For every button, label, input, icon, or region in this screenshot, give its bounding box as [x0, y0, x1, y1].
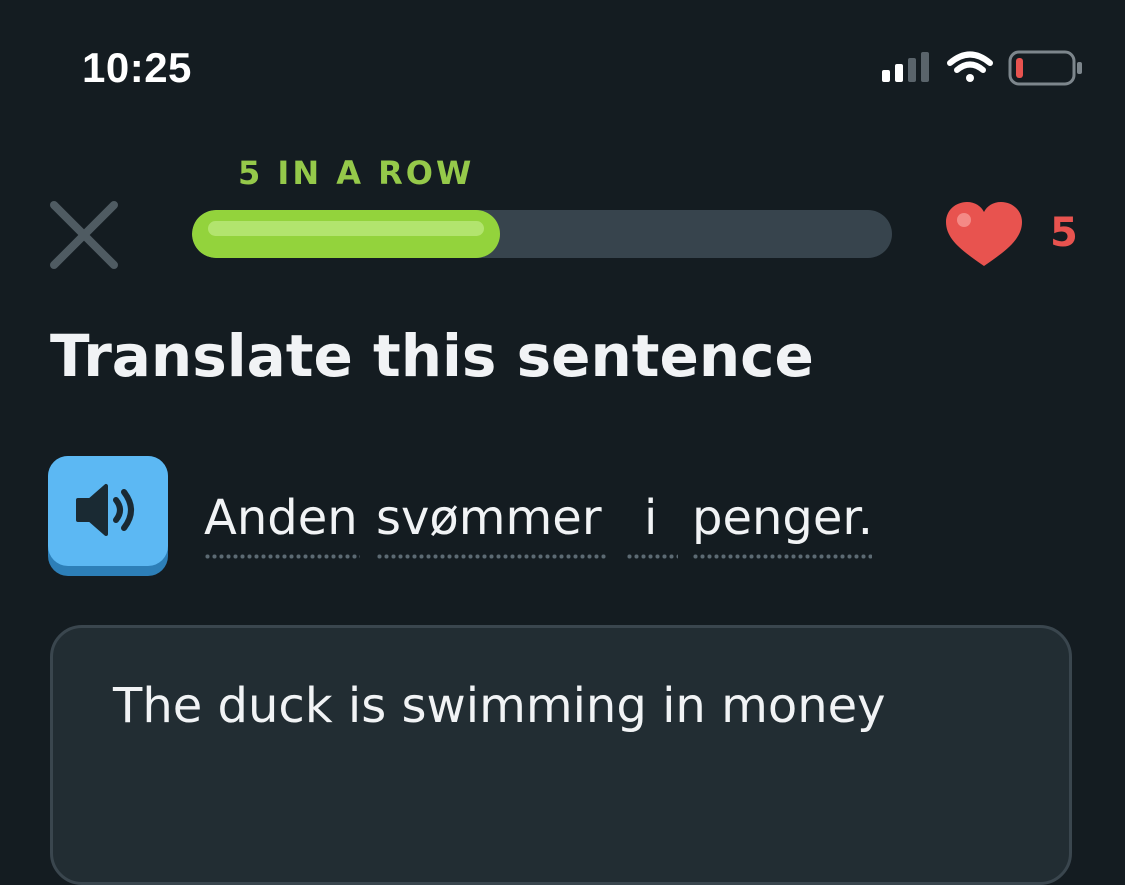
- word-hint-underline: [204, 554, 360, 559]
- heart-icon: [946, 202, 1022, 266]
- sentence-word-text: Anden: [204, 490, 358, 546]
- play-audio-button[interactable]: [48, 456, 168, 576]
- word-hint-underline: [692, 554, 872, 559]
- streak-label: 5 IN A ROW: [238, 154, 475, 192]
- sentence-word-text: penger.: [692, 490, 874, 546]
- lesson-progress-bar: [192, 210, 892, 258]
- play-audio-button-face: [48, 456, 168, 566]
- progress-highlight: [208, 221, 484, 236]
- sentence-word[interactable]: penger.: [692, 486, 874, 566]
- status-icons: [882, 50, 1082, 86]
- exercise-instruction: Translate this sentence: [50, 322, 814, 390]
- battery-low-icon: [1008, 50, 1082, 86]
- word-hint-underline: [626, 554, 678, 559]
- sentence-word[interactable]: Anden: [204, 486, 360, 566]
- speaker-icon: [76, 484, 134, 536]
- close-button[interactable]: [46, 197, 122, 273]
- sentence-word[interactable]: svømmer: [376, 486, 606, 566]
- close-icon: [50, 201, 118, 269]
- hearts-counter[interactable]: 5: [940, 196, 1090, 276]
- sentence-word[interactable]: i: [626, 486, 678, 566]
- answer-input[interactable]: The duck is swimming in money: [50, 625, 1072, 885]
- sentence-word-text: svømmer: [376, 490, 602, 546]
- wifi-icon: [947, 51, 993, 82]
- sentence-word-text: i: [644, 490, 658, 546]
- cellular-signal-icon: [882, 52, 929, 82]
- progress-fill: [192, 210, 500, 258]
- answer-text: The duck is swimming in money: [113, 678, 886, 734]
- status-bar: 10:25: [0, 0, 1125, 140]
- hearts-count: 5: [1050, 210, 1078, 256]
- status-time: 10:25: [82, 44, 192, 91]
- word-hint-underline: [376, 554, 606, 559]
